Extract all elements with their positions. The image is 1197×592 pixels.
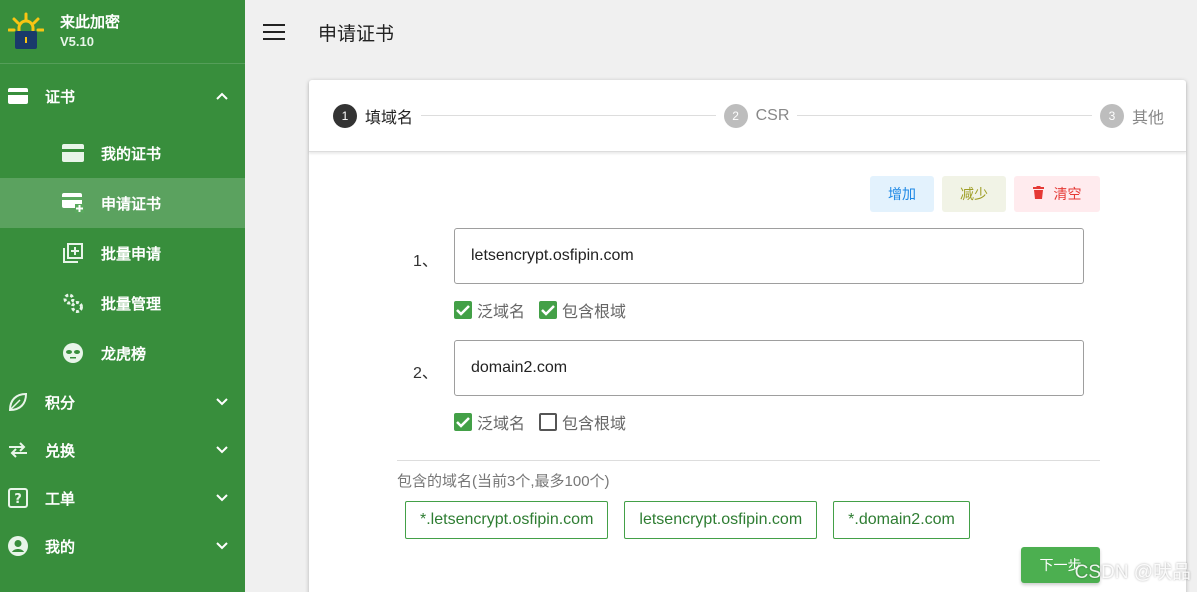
- nav-group-points[interactable]: 积分: [0, 378, 245, 426]
- domain-index: 1、: [413, 253, 438, 270]
- sidebar-item-batch-apply[interactable]: 批量申请: [0, 228, 245, 278]
- include-root-checkbox[interactable]: 包含根域: [539, 298, 626, 322]
- svg-text:?: ?: [14, 492, 22, 507]
- include-root-label: 包含根域: [562, 416, 627, 433]
- lock-logo-icon: [7, 12, 45, 52]
- trash-icon: [1032, 186, 1044, 202]
- help-box-icon: ?: [8, 488, 28, 508]
- domain-index: 2、: [413, 365, 438, 382]
- step-number: 2: [723, 103, 748, 128]
- credit-card-icon: [62, 142, 84, 164]
- hamburger-menu-icon[interactable]: [263, 24, 285, 40]
- add-domain-button[interactable]: 增加: [870, 176, 934, 212]
- nav-group-cert-label: 证书: [45, 88, 76, 106]
- sidebar: 来此加密 V5.10 证书 我的证书 申请证书 批量申请 批量管理 龙虎榜 积分…: [0, 0, 245, 592]
- divider: [397, 460, 1100, 461]
- card-icon: [8, 86, 28, 106]
- chevron-down-icon: [207, 542, 237, 550]
- sidebar-item-batch-manage[interactable]: 批量管理: [0, 278, 245, 328]
- nav-group-cert[interactable]: 证书: [0, 64, 245, 128]
- alien-icon: [62, 342, 84, 364]
- swap-icon: [8, 440, 28, 460]
- brand-title: 来此加密: [60, 13, 121, 31]
- include-root-checkbox[interactable]: 包含根域: [539, 410, 626, 434]
- nav-group-label: 积分: [45, 394, 76, 412]
- included-domains-list: *.letsencrypt.osfipin.com letsencrypt.os…: [405, 501, 970, 539]
- step-label: 其他: [1131, 109, 1164, 127]
- wildcard-label: 泛域名: [477, 304, 526, 321]
- clear-domains-button[interactable]: 清空: [1014, 176, 1100, 212]
- page-title: 申请证书: [318, 23, 395, 45]
- include-root-label: 包含根域: [562, 304, 627, 321]
- nav-group-label: 兑换: [45, 442, 76, 460]
- step-label: 填域名: [365, 109, 414, 127]
- sidebar-item-label: 批量管理: [101, 295, 162, 313]
- step-3: 3 其他: [1099, 103, 1164, 128]
- nav-group-label: 我的: [45, 538, 76, 556]
- chevron-down-icon: [207, 398, 237, 406]
- step-label: CSR: [755, 106, 790, 124]
- checkbox-checked-icon: [539, 301, 558, 319]
- watermark: CSDN @吠品: [1074, 562, 1191, 583]
- topbar: 申请证书: [245, 0, 1197, 64]
- sidebar-item-label: 我的证书: [101, 145, 162, 163]
- brand-version: V5.10: [60, 33, 94, 49]
- domain-chip: letsencrypt.osfipin.com: [624, 501, 818, 539]
- sidebar-item-label: 申请证书: [101, 195, 162, 213]
- wildcard-checkbox[interactable]: 泛域名: [454, 410, 525, 434]
- domain-actions: 增加 减少 清空: [870, 176, 1100, 212]
- leaf-icon: [8, 392, 28, 412]
- chevron-up-icon: [207, 92, 237, 100]
- step-divider: [797, 115, 1092, 116]
- domain-chip: *.domain2.com: [833, 501, 970, 539]
- step-number: 3: [1099, 103, 1124, 128]
- sidebar-item-apply-cert[interactable]: 申请证书: [0, 178, 245, 228]
- apply-cert-card: 1 填域名 2 CSR 3 其他 增加 减少 清空 1、 泛域名: [309, 80, 1186, 592]
- domain-options-1: 泛域名 包含根域: [454, 298, 640, 322]
- checkbox-checked-icon: [454, 301, 472, 319]
- step-divider: [421, 115, 716, 116]
- wildcard-label: 泛域名: [477, 416, 526, 433]
- account-circle-icon: [8, 536, 28, 556]
- step-1: 1 填域名: [333, 103, 414, 128]
- checkbox-checked-icon: [454, 413, 472, 431]
- library-add-icon: [62, 242, 84, 264]
- sidebar-item-label: 龙虎榜: [101, 345, 147, 363]
- included-domains-label: 包含的域名(当前3个,最多100个): [397, 473, 610, 490]
- nav-group-mine[interactable]: 我的: [0, 522, 245, 570]
- domain-input-2[interactable]: [454, 340, 1084, 396]
- domain-options-2: 泛域名 包含根域: [454, 410, 640, 434]
- sidebar-item-my-certs[interactable]: 我的证书: [0, 128, 245, 178]
- wildcard-checkbox[interactable]: 泛域名: [454, 298, 525, 322]
- checkbox-unchecked-icon: [539, 413, 558, 431]
- stepper: 1 填域名 2 CSR 3 其他: [309, 80, 1186, 152]
- gears-icon: [62, 292, 84, 314]
- domain-input-1[interactable]: [454, 228, 1084, 284]
- step-number: 1: [333, 103, 357, 128]
- chevron-down-icon: [207, 494, 237, 502]
- brand: 来此加密 V5.10: [0, 0, 245, 64]
- step-2: 2 CSR: [723, 103, 790, 128]
- nav-group-label: 工单: [45, 490, 76, 508]
- nav-group-exchange[interactable]: 兑换: [0, 426, 245, 474]
- clear-label: 清空: [1053, 186, 1082, 202]
- sidebar-item-leaderboard[interactable]: 龙虎榜: [0, 328, 245, 378]
- chevron-down-icon: [207, 446, 237, 454]
- card-add-icon: [62, 192, 84, 214]
- sidebar-item-label: 批量申请: [101, 245, 162, 263]
- domain-chip: *.letsencrypt.osfipin.com: [405, 501, 609, 539]
- remove-domain-button[interactable]: 减少: [942, 176, 1006, 212]
- nav-group-tickets[interactable]: ? 工单: [0, 474, 245, 522]
